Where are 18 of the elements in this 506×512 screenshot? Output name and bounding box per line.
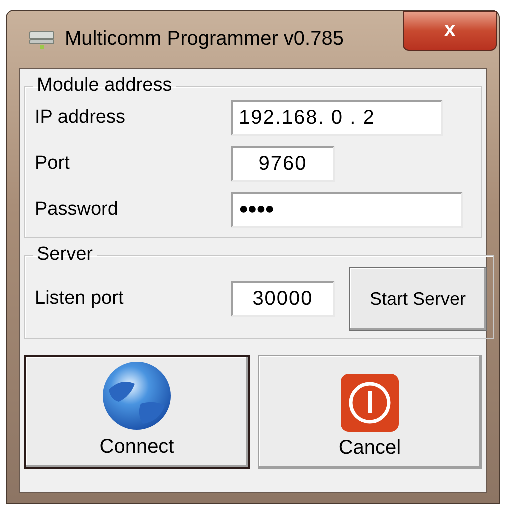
input-field[interactable]: 192.168. 0 . 2 (231, 100, 443, 136)
start-server-button[interactable]: Start Server (349, 267, 487, 331)
field-label: IP address (35, 107, 126, 129)
group-title: Module address (36, 75, 174, 97)
field-label: Password (35, 199, 120, 221)
input-field[interactable]: 30000 (231, 281, 335, 317)
network-drive-icon (29, 30, 55, 50)
close-button[interactable]: x (403, 10, 497, 50)
input-field[interactable]: 9760 (231, 146, 335, 182)
field-label: Listen port (35, 288, 125, 310)
window-title: Multicomm Programmer v0.785 (65, 28, 344, 51)
cancel-button[interactable]: Cancel (258, 355, 482, 469)
globe-icon (101, 360, 173, 432)
connect-button[interactable]: Connect (24, 355, 250, 469)
field-label: Port (35, 153, 71, 175)
power-icon (340, 373, 400, 433)
group-title: Server (36, 244, 94, 266)
input-field[interactable]: ●●●● (231, 192, 463, 228)
